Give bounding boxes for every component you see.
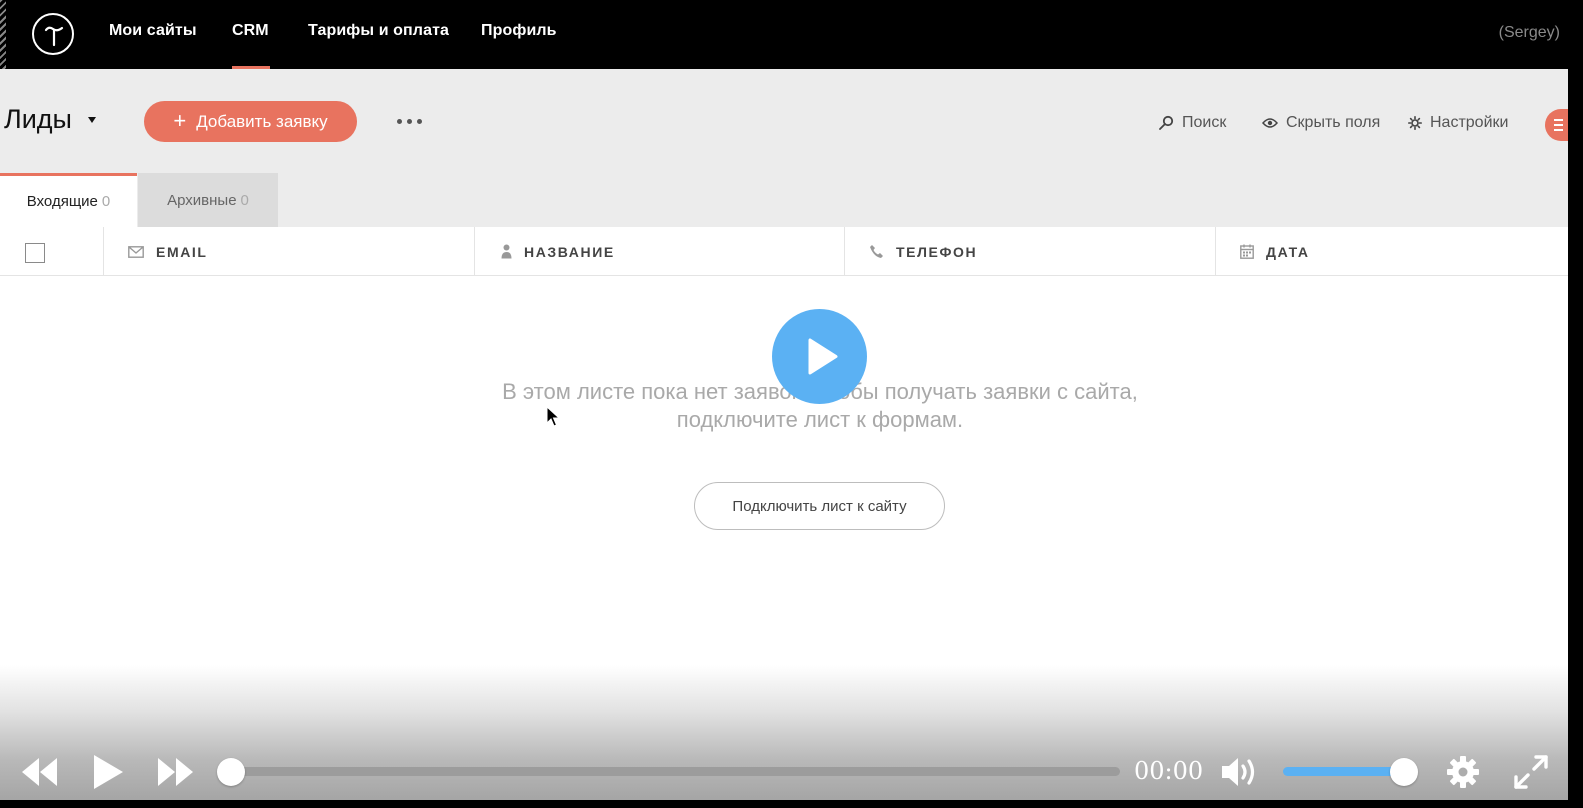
top-navigation: Мои сайты CRM Тарифы и оплата Профиль (S… — [0, 0, 1568, 69]
tab-incoming[interactable]: Входящие 0 — [0, 173, 137, 227]
empty-state-line-2: подключите лист к формам. — [676, 407, 964, 432]
play-pause-icon[interactable] — [92, 754, 124, 790]
tilda-logo[interactable] — [32, 13, 74, 55]
tab-incoming-label: Входящие — [26, 193, 98, 210]
connect-sheet-button[interactable]: Подключить лист к сайту — [694, 482, 945, 530]
table-header: EMAIL НАЗВАНИЕ ТЕЛЕФОН ДАТА — [0, 227, 1568, 276]
letterbox-bottom — [0, 800, 1583, 808]
column-date-label: ДАТА — [1266, 243, 1310, 260]
nav-profile[interactable]: Профиль — [481, 22, 557, 40]
gear-icon — [1408, 116, 1422, 130]
hide-fields-button[interactable]: Скрыть поля — [1262, 114, 1380, 132]
gear-icon[interactable] — [1446, 755, 1480, 789]
tab-archive-count: 0 — [240, 191, 249, 209]
volume-handle[interactable] — [1390, 758, 1418, 786]
edge-hatch — [0, 0, 6, 69]
column-divider — [474, 227, 475, 276]
nav-my-sites[interactable]: Мои сайты — [109, 22, 197, 40]
crm-toolbar: Лиды + Добавить заявку Поиск Скрыть поля — [0, 69, 1568, 227]
column-divider — [103, 227, 104, 276]
column-name[interactable]: НАЗВАНИЕ — [501, 227, 615, 276]
video-frame: Мои сайты CRM Тарифы и оплата Профиль (S… — [0, 0, 1568, 800]
eye-icon — [1262, 118, 1278, 128]
search-icon — [1159, 115, 1174, 130]
menu-icon — [1554, 119, 1563, 134]
rewind-icon[interactable] — [21, 756, 59, 788]
column-date[interactable]: ДАТА — [1240, 227, 1310, 276]
seek-handle[interactable] — [217, 758, 245, 786]
seek-bar[interactable] — [230, 767, 1120, 776]
menu-button[interactable] — [1545, 109, 1568, 141]
settings-label: Настройки — [1430, 114, 1509, 131]
volume-slider[interactable] — [1283, 767, 1405, 776]
current-time: 00:00 — [1134, 757, 1204, 785]
fast-forward-icon[interactable] — [156, 756, 194, 788]
nav-crm[interactable]: CRM — [232, 22, 269, 40]
play-overlay-button[interactable] — [772, 309, 867, 404]
settings-button[interactable]: Настройки — [1408, 114, 1508, 132]
add-request-label: Добавить заявку — [196, 111, 328, 131]
person-icon — [501, 244, 512, 259]
play-icon — [808, 338, 838, 375]
calendar-icon — [1240, 244, 1254, 259]
add-request-button[interactable]: + Добавить заявку — [144, 101, 357, 142]
column-divider — [844, 227, 845, 276]
column-email[interactable]: EMAIL — [128, 227, 208, 276]
sheet-title[interactable]: Лиды — [4, 104, 72, 135]
fullscreen-icon[interactable] — [1513, 754, 1549, 790]
select-all-checkbox[interactable] — [25, 243, 45, 263]
more-options-icon[interactable] — [397, 119, 422, 124]
tab-incoming-count: 0 — [101, 193, 111, 210]
tab-archive-label: Архивные — [167, 191, 237, 209]
plus-icon: + — [173, 107, 187, 133]
column-phone[interactable]: ТЕЛЕФОН — [869, 227, 977, 276]
tab-archive[interactable]: Архивные 0 — [138, 173, 278, 227]
column-divider — [1215, 227, 1216, 276]
letterbox-right — [1568, 0, 1583, 808]
volume-icon[interactable] — [1221, 755, 1261, 789]
search-button[interactable]: Поиск — [1158, 114, 1226, 132]
hide-fields-label: Скрыть поля — [1286, 114, 1381, 131]
search-label: Поиск — [1182, 114, 1227, 131]
column-name-label: НАЗВАНИЕ — [524, 243, 615, 260]
mouse-cursor-icon — [546, 406, 560, 427]
caret-down-icon[interactable] — [88, 117, 96, 123]
column-phone-label: ТЕЛЕФОН — [896, 243, 978, 260]
envelope-icon — [128, 245, 144, 258]
nav-tariffs[interactable]: Тарифы и оплата — [308, 22, 449, 40]
phone-icon — [870, 245, 883, 258]
user-name[interactable]: (Sergey) — [1499, 24, 1560, 42]
column-email-label: EMAIL — [156, 243, 208, 260]
